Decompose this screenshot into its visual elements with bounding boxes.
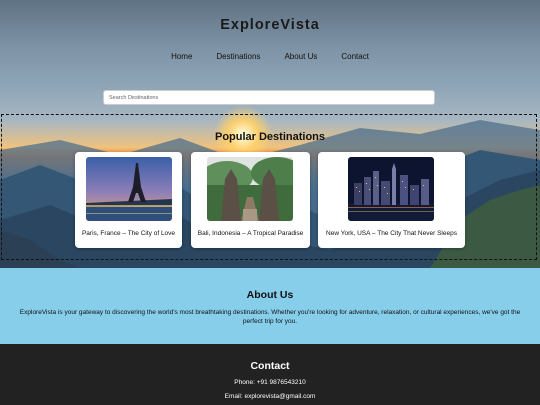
contact-phone: Phone: +91 9876543210 xyxy=(234,379,306,386)
nav-destinations[interactable]: Destinations xyxy=(216,52,260,61)
card-caption: New York, USA – The City That Never Slee… xyxy=(326,230,457,237)
eiffel-tower-image xyxy=(86,157,172,221)
site-title: ExploreVista xyxy=(220,17,320,33)
page: ExploreVista Home Destinations About Us … xyxy=(0,0,540,405)
bali-temple-gate-image xyxy=(207,157,293,221)
nav-about-us[interactable]: About Us xyxy=(284,52,317,61)
nav-contact[interactable]: Contact xyxy=(341,52,369,61)
about-section: About Us ExploreVista is your gateway to… xyxy=(0,268,540,344)
main-nav: Home Destinations About Us Contact xyxy=(0,52,540,61)
destination-card-new-york[interactable]: New York, USA – The City That Never Slee… xyxy=(318,152,465,248)
destination-card-bali[interactable]: Bali, Indonesia – A Tropical Paradise xyxy=(191,152,310,248)
about-text: ExploreVista is your gateway to discover… xyxy=(19,309,521,325)
card-caption: Bali, Indonesia – A Tropical Paradise xyxy=(197,230,304,237)
destination-card-paris[interactable]: Paris, France – The City of Love xyxy=(75,152,182,248)
card-caption: Paris, France – The City of Love xyxy=(81,230,176,237)
contact-section: Contact Phone: +91 9876543210 Email: exp… xyxy=(0,344,540,405)
destinations-title: Popular Destinations xyxy=(214,131,326,143)
contact-email[interactable]: Email: explorevista@gmail.com xyxy=(0,393,540,400)
about-title: About Us xyxy=(246,289,294,301)
search-input[interactable] xyxy=(103,90,435,105)
nav-home[interactable]: Home xyxy=(171,52,192,61)
contact-title: Contact xyxy=(250,360,290,372)
new-york-skyline-image xyxy=(348,157,434,221)
